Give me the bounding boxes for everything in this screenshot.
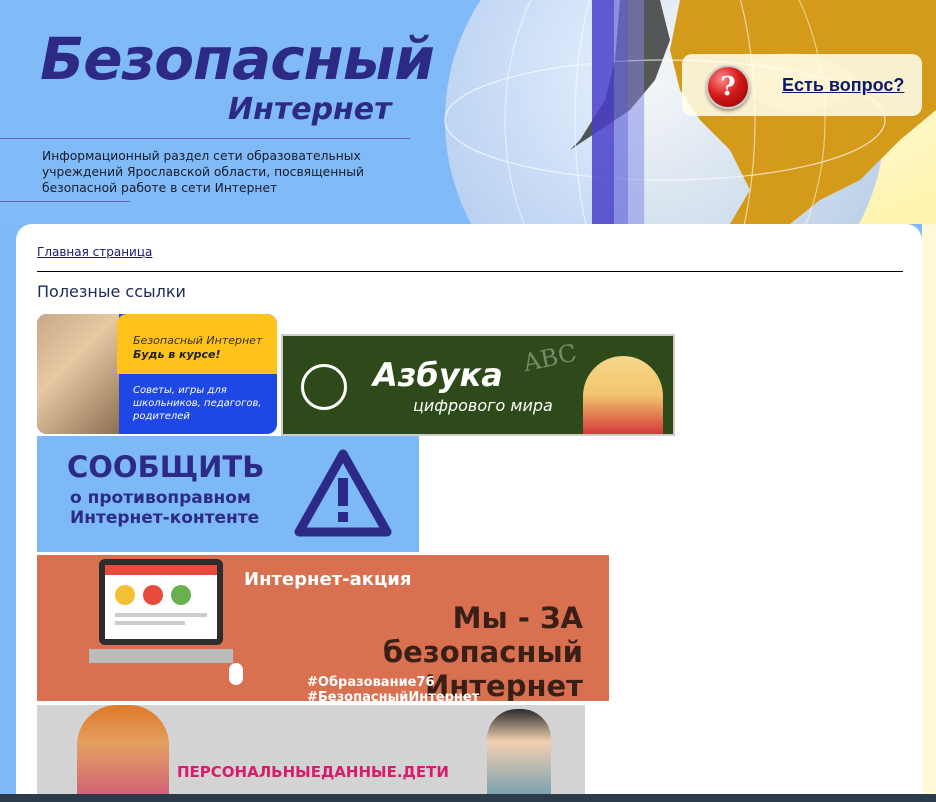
page-edge [922, 224, 936, 802]
ask-question-link[interactable]: Есть вопрос? [782, 75, 904, 96]
banner-subtitle: цифрового мира [413, 396, 553, 415]
boy-illustration [487, 709, 551, 802]
question-mark-icon[interactable]: ? [706, 65, 750, 109]
banner-personal-data[interactable]: ПЕРСОНАЛЬНЫЕДАННЫЕ.ДЕТИ [37, 705, 585, 802]
banner-subtitle: о противоправном Интернет-контенте [70, 488, 260, 528]
warning-triangle-icon [294, 449, 392, 537]
laptop-keyboard [89, 649, 233, 663]
divider [37, 271, 903, 272]
divider [0, 201, 130, 202]
girl-illustration [77, 705, 169, 802]
breadcrumb-home-link[interactable]: Главная страница [37, 245, 152, 259]
site-logo-title: Безопасный [40, 25, 435, 93]
banner-text: Советы, игры для школьников, педагогов, … [133, 385, 262, 422]
laptop-icon [99, 559, 223, 645]
section-title: Полезные ссылки [37, 282, 186, 301]
divider [0, 138, 410, 139]
banner-title: Азбука [373, 356, 503, 394]
mouse-icon [229, 663, 243, 685]
site-header: Безопасный Интернет Информационный разде… [0, 0, 936, 224]
banner-kicker: Интернет-акция [244, 569, 412, 590]
children-photo [37, 314, 119, 434]
banner-report-content[interactable]: СООБЩИТЬ о противоправном Интернет-конте… [37, 436, 419, 552]
girl-illustration [583, 356, 663, 434]
chalk-letters: ABC [520, 338, 580, 378]
ask-question-box[interactable]: ? Есть вопрос? [682, 54, 922, 116]
banner-hashtags: #Образование76 #БезопасныйИнтернет [307, 675, 480, 701]
os-taskbar [0, 794, 936, 802]
site-logo-subtitle: Интернет [228, 92, 392, 127]
banner-digital-alphabet[interactable]: ABC Азбука цифрового мира [281, 334, 675, 436]
banner-title: СООБЩИТЬ [67, 450, 265, 484]
banner-internet-action[interactable]: Интернет-акция Мы - ЗА безопасный Интерн… [37, 555, 609, 701]
banner-title: Безопасный Интернет [133, 334, 263, 347]
main-content: Главная страница Полезные ссылки Безопас… [16, 224, 922, 802]
laptop-screen [105, 565, 217, 639]
banner-header-block: Безопасный Интернет Будь в курсе! [117, 314, 277, 374]
banner-slogan: Будь в курсе! [133, 348, 221, 361]
banner-title: ПЕРСОНАЛЬНЫЕДАННЫЕ.ДЕТИ [177, 763, 449, 781]
banner-safe-internet[interactable]: Безопасный Интернет Будь в курсе! Советы… [37, 314, 277, 434]
site-description: Информационный раздел сети образовательн… [42, 149, 365, 195]
book-icon [301, 364, 347, 410]
